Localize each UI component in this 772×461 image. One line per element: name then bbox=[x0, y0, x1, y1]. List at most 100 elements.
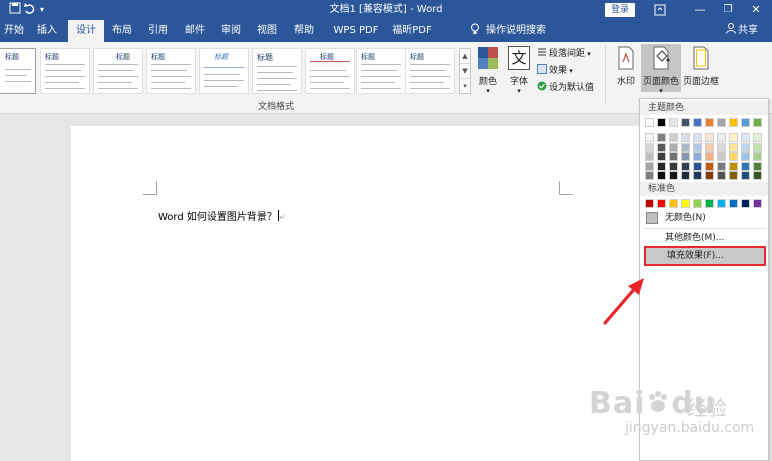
tab-home[interactable]: 开始 bbox=[0, 20, 28, 42]
theme-color-swatch[interactable] bbox=[645, 118, 654, 127]
theme-color-swatch[interactable] bbox=[753, 118, 762, 127]
theme-color-swatch[interactable] bbox=[741, 161, 750, 171]
theme-color-swatch[interactable] bbox=[717, 161, 726, 171]
style-set-thumb[interactable]: 标题 bbox=[356, 48, 406, 94]
tab-review[interactable]: 审阅 bbox=[217, 20, 245, 42]
gallery-more-icon[interactable]: ▾ bbox=[460, 79, 470, 94]
fill-effects-item[interactable]: 填充效果(F)... bbox=[644, 246, 766, 266]
theme-color-swatch[interactable] bbox=[729, 171, 738, 180]
theme-color-swatch[interactable] bbox=[669, 118, 678, 127]
theme-color-swatch[interactable] bbox=[657, 171, 666, 180]
theme-color-swatch[interactable] bbox=[693, 152, 702, 161]
theme-color-swatch[interactable] bbox=[729, 161, 738, 171]
theme-color-swatch[interactable] bbox=[753, 142, 762, 152]
standard-color-swatch[interactable] bbox=[669, 199, 678, 208]
style-set-thumb[interactable]: 标题 bbox=[93, 48, 143, 94]
theme-color-swatch[interactable] bbox=[693, 142, 702, 152]
standard-color-swatch[interactable] bbox=[753, 199, 762, 208]
theme-color-swatch[interactable] bbox=[729, 152, 738, 161]
theme-color-swatch[interactable] bbox=[729, 142, 738, 152]
login-button[interactable]: 登录 bbox=[605, 3, 635, 17]
theme-color-swatch[interactable] bbox=[645, 133, 654, 142]
standard-color-swatch[interactable] bbox=[645, 199, 654, 208]
theme-color-swatch[interactable] bbox=[669, 161, 678, 171]
theme-color-swatch[interactable] bbox=[741, 118, 750, 127]
theme-color-swatch[interactable] bbox=[717, 171, 726, 180]
theme-color-swatch[interactable] bbox=[681, 142, 690, 152]
theme-color-swatch[interactable] bbox=[717, 152, 726, 161]
theme-color-swatch[interactable] bbox=[657, 142, 666, 152]
standard-color-swatch[interactable] bbox=[705, 199, 714, 208]
set-as-default-button[interactable]: 设为默认值 bbox=[537, 81, 594, 94]
page-color-button-content[interactable]: 页面颜色 ▾ bbox=[641, 46, 681, 95]
standard-color-swatch[interactable] bbox=[693, 199, 702, 208]
share-button[interactable]: 共享 bbox=[726, 20, 758, 42]
theme-color-swatch[interactable] bbox=[741, 171, 750, 180]
scroll-up-icon[interactable]: ▲ bbox=[460, 49, 470, 64]
scroll-down-icon[interactable]: ▼ bbox=[460, 64, 470, 79]
style-set-thumb[interactable]: 标题 bbox=[252, 48, 302, 94]
theme-color-swatch[interactable] bbox=[693, 171, 702, 180]
theme-color-swatch[interactable] bbox=[657, 152, 666, 161]
theme-color-swatch[interactable] bbox=[717, 133, 726, 142]
theme-color-swatch[interactable] bbox=[741, 152, 750, 161]
theme-color-swatch[interactable] bbox=[645, 142, 654, 152]
theme-color-swatch[interactable] bbox=[645, 152, 654, 161]
maximize-button[interactable]: ❐ bbox=[720, 2, 736, 18]
tab-wps-pdf[interactable]: WPS PDF bbox=[333, 20, 379, 42]
standard-color-swatch[interactable] bbox=[729, 199, 738, 208]
colors-button[interactable]: 颜色 ▾ bbox=[475, 46, 501, 95]
theme-color-swatch[interactable] bbox=[705, 152, 714, 161]
minimize-button[interactable]: — bbox=[692, 2, 708, 18]
style-set-thumb[interactable]: 标题 bbox=[305, 48, 355, 94]
no-color-item[interactable]: 无颜色(N) bbox=[644, 210, 766, 226]
effects-button[interactable]: 效果 ▾ bbox=[537, 64, 573, 77]
theme-color-swatch[interactable] bbox=[705, 133, 714, 142]
theme-color-swatch[interactable] bbox=[669, 133, 678, 142]
theme-color-swatch[interactable] bbox=[657, 118, 666, 127]
theme-color-swatch[interactable] bbox=[717, 142, 726, 152]
theme-color-swatch[interactable] bbox=[693, 118, 702, 127]
theme-color-swatch[interactable] bbox=[729, 133, 738, 142]
theme-color-swatch[interactable] bbox=[669, 142, 678, 152]
tab-mailings[interactable]: 邮件 bbox=[181, 20, 209, 42]
standard-color-swatch[interactable] bbox=[657, 199, 666, 208]
close-button[interactable]: ✕ bbox=[748, 2, 764, 18]
theme-color-swatch[interactable] bbox=[645, 161, 654, 171]
style-set-thumb[interactable]: 标题 bbox=[405, 48, 455, 94]
theme-color-swatch[interactable] bbox=[657, 161, 666, 171]
tab-references[interactable]: 引用 bbox=[144, 20, 172, 42]
theme-color-swatch[interactable] bbox=[645, 171, 654, 180]
watermark-button[interactable]: 水印 bbox=[611, 46, 641, 87]
standard-color-swatch[interactable] bbox=[741, 199, 750, 208]
theme-color-swatch[interactable] bbox=[753, 161, 762, 171]
theme-color-swatch[interactable] bbox=[705, 171, 714, 180]
theme-color-swatch[interactable] bbox=[693, 133, 702, 142]
tab-insert[interactable]: 插入 bbox=[33, 20, 61, 42]
style-set-thumb[interactable]: 标题 bbox=[0, 48, 36, 94]
tab-layout[interactable]: 布局 bbox=[108, 20, 136, 42]
theme-color-swatch[interactable] bbox=[729, 118, 738, 127]
theme-color-swatch[interactable] bbox=[669, 152, 678, 161]
theme-color-swatch[interactable] bbox=[753, 133, 762, 142]
style-set-thumb[interactable]: 标题 bbox=[40, 48, 90, 94]
theme-color-swatch[interactable] bbox=[741, 142, 750, 152]
theme-color-swatch[interactable] bbox=[657, 133, 666, 142]
theme-color-swatch[interactable] bbox=[705, 142, 714, 152]
gallery-scrollbar[interactable]: ▲ ▼ ▾ bbox=[459, 48, 471, 94]
document-text[interactable]: Word 如何设置图片背景？ ↵ bbox=[158, 208, 286, 223]
theme-color-swatch[interactable] bbox=[681, 171, 690, 180]
theme-color-swatch[interactable] bbox=[681, 161, 690, 171]
standard-color-swatch[interactable] bbox=[717, 199, 726, 208]
theme-color-swatch[interactable] bbox=[717, 118, 726, 127]
tab-foxit-pdf[interactable]: 福昕PDF bbox=[390, 20, 434, 42]
document-page[interactable]: Word 如何设置图片背景？ ↵ bbox=[71, 126, 644, 461]
tab-view[interactable]: 视图 bbox=[253, 20, 281, 42]
theme-color-swatch[interactable] bbox=[681, 118, 690, 127]
paragraph-spacing-button[interactable]: 段落间距 ▾ bbox=[537, 47, 591, 60]
theme-color-swatch[interactable] bbox=[669, 171, 678, 180]
fonts-button[interactable]: 文 字体 ▾ bbox=[506, 46, 532, 95]
style-set-thumb[interactable]: 标题 bbox=[199, 48, 249, 94]
theme-color-swatch[interactable] bbox=[705, 161, 714, 171]
theme-color-swatch[interactable] bbox=[741, 133, 750, 142]
